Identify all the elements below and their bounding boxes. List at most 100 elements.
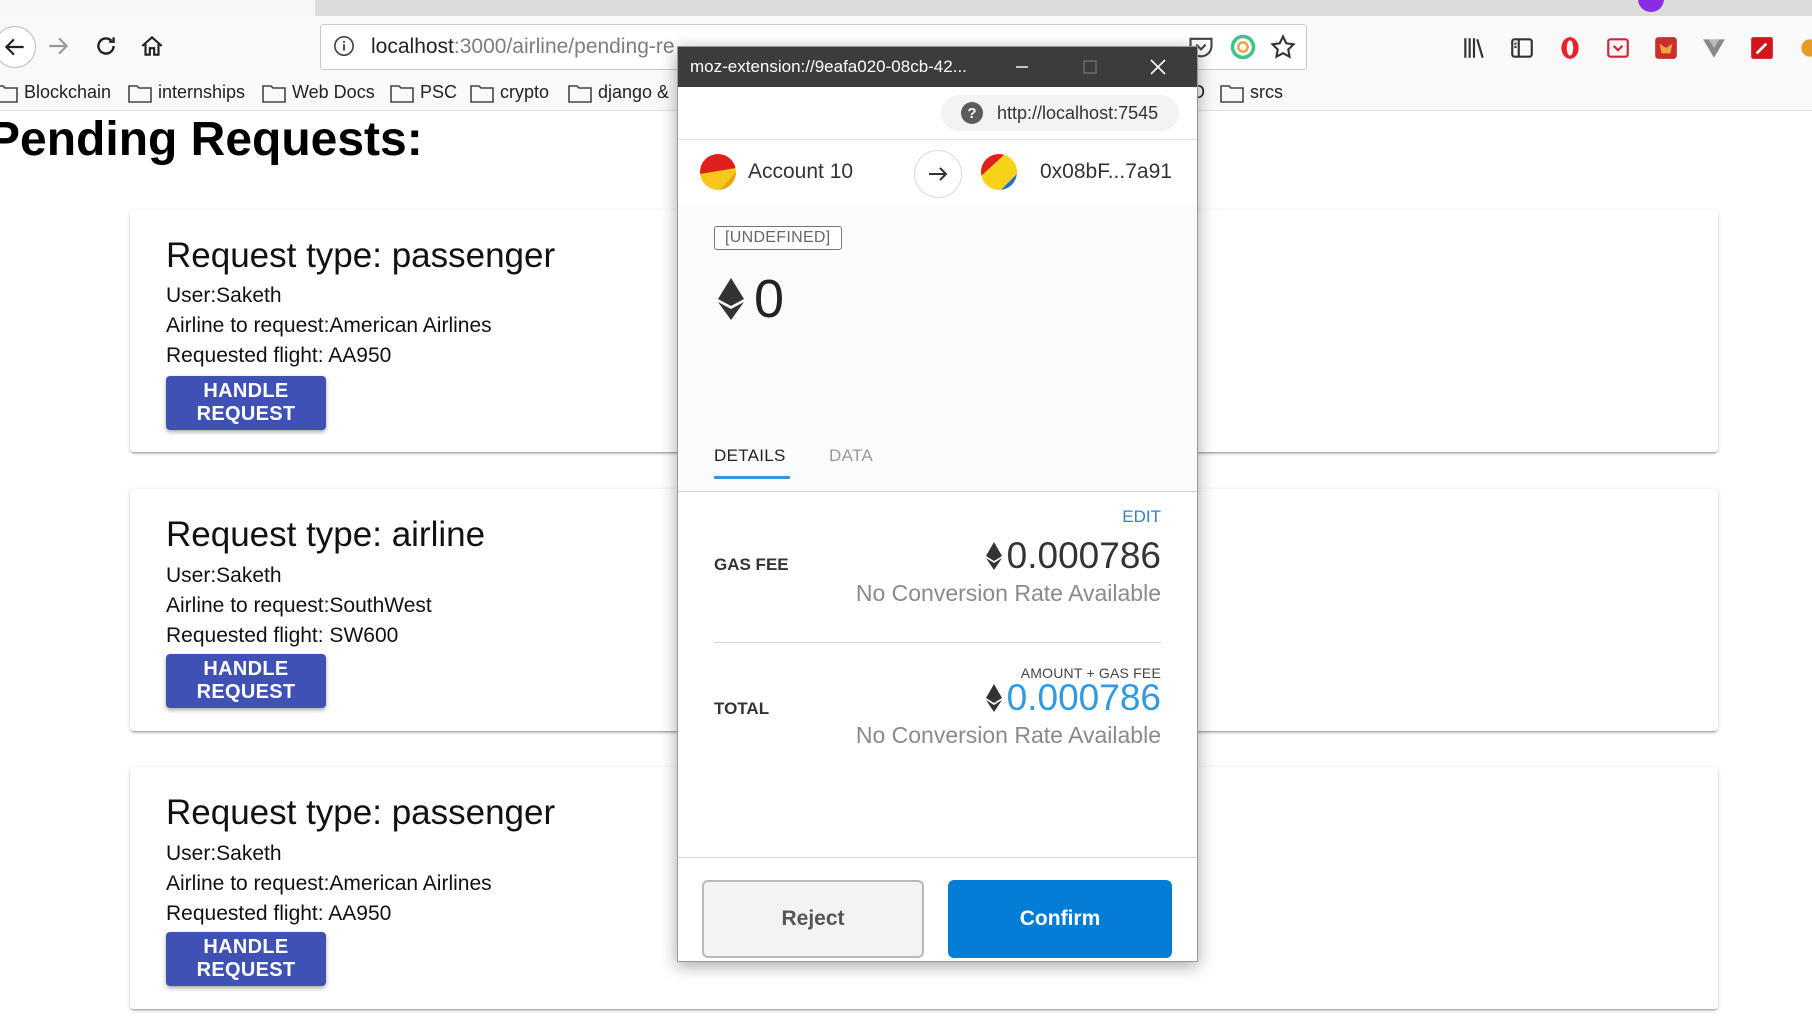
arrow-right-icon bbox=[929, 167, 948, 181]
tab-details[interactable]: DETAILS bbox=[714, 446, 790, 479]
gas-fee-conversion: No Conversion Rate Available bbox=[855, 580, 1161, 606]
request-flight: Requested flight: AA950 bbox=[166, 344, 392, 367]
popup-titlebar[interactable]: moz-extension://9eafa020-08cb-42... bbox=[678, 47, 1197, 87]
request-type: Request type: airline bbox=[166, 515, 486, 554]
forward-arrow-icon bbox=[49, 37, 69, 55]
recipient-identicon bbox=[981, 154, 1017, 190]
maximize-icon bbox=[1083, 60, 1097, 74]
bookmark-folder[interactable]: crypto bbox=[470, 82, 549, 103]
minimize-icon bbox=[1016, 66, 1028, 68]
gas-fee-value: 0.000786 bbox=[985, 535, 1161, 577]
tab-strip bbox=[0, 0, 1812, 17]
bookmark-folder[interactable]: PSC bbox=[390, 82, 457, 103]
origin-url: http://localhost:7545 bbox=[997, 102, 1159, 123]
close-icon bbox=[1150, 59, 1166, 75]
maximize-button[interactable] bbox=[1076, 53, 1104, 81]
request-flight: Requested flight: AA950 bbox=[166, 902, 392, 925]
home-button[interactable] bbox=[134, 28, 170, 64]
minimize-button[interactable] bbox=[1008, 53, 1036, 81]
bookmark-folder[interactable]: django & bbox=[568, 82, 669, 103]
extension-overflow-icon[interactable] bbox=[1796, 34, 1812, 62]
url-host: localhost bbox=[371, 35, 454, 58]
total-conversion: No Conversion Rate Available bbox=[855, 722, 1161, 748]
reload-icon bbox=[97, 37, 115, 55]
origin-row: ? http://localhost:7545 bbox=[678, 87, 1197, 137]
eth-icon bbox=[718, 278, 744, 320]
bookmark-star-icon[interactable] bbox=[1269, 33, 1297, 61]
total-label: TOTAL bbox=[714, 699, 770, 718]
folder-icon bbox=[470, 84, 494, 103]
handle-request-button[interactable]: HANDLE REQUEST bbox=[166, 932, 326, 986]
sender-recipient-row: Account 10 0x08bF...7a91 bbox=[678, 139, 1197, 205]
home-icon bbox=[141, 35, 163, 56]
popup-window-title: moz-extension://9eafa020-08cb-42... bbox=[690, 57, 967, 76]
divider bbox=[714, 642, 1161, 643]
bookmark-label: django & bbox=[598, 82, 670, 102]
request-user: User:Saketh bbox=[166, 284, 282, 307]
sender-identicon bbox=[700, 154, 736, 190]
request-airline: Airline to request:American Airlines bbox=[166, 872, 492, 895]
opera-extension-icon[interactable] bbox=[1556, 34, 1584, 62]
folder-icon bbox=[390, 84, 414, 103]
extension-ring-icon[interactable] bbox=[1229, 33, 1257, 61]
method-badge: [UNDEFINED] bbox=[714, 226, 842, 250]
popup-footer: Reject Confirm bbox=[678, 857, 1197, 961]
bookmark-label: Blockchain bbox=[24, 82, 112, 102]
bookmark-label: Web Docs bbox=[292, 82, 375, 102]
tab-data[interactable]: DATA bbox=[829, 446, 873, 466]
bookmark-folder[interactable]: Web Docs bbox=[262, 82, 375, 103]
metamask-fox-icon[interactable] bbox=[1652, 34, 1680, 62]
url-path: :3000/airline/pending-re bbox=[453, 35, 675, 58]
recipient-address: 0x08bF...7a91 bbox=[1040, 160, 1172, 183]
profile-avatar[interactable] bbox=[1638, 0, 1664, 12]
bookmark-label: crypto bbox=[500, 82, 550, 102]
eth-amount: 0 bbox=[718, 268, 784, 330]
active-tab[interactable] bbox=[0, 0, 315, 16]
folder-icon bbox=[128, 84, 152, 103]
amount-value: 0 bbox=[754, 269, 785, 329]
back-button[interactable] bbox=[0, 26, 36, 68]
detail-tabs: DETAILS DATA bbox=[678, 426, 1197, 490]
bookmark-label: internships bbox=[158, 82, 246, 102]
handle-request-button[interactable]: HANDLE REQUEST bbox=[166, 376, 326, 430]
transaction-summary: [UNDEFINED] 0 DETAILS DATA bbox=[678, 204, 1197, 492]
sidebar-icon[interactable] bbox=[1508, 34, 1536, 62]
total-amount: 0.000786 bbox=[1006, 677, 1161, 718]
close-button[interactable] bbox=[1144, 53, 1172, 81]
site-info-icon[interactable] bbox=[333, 35, 355, 57]
folder-icon bbox=[262, 84, 286, 103]
question-icon: ? bbox=[961, 102, 983, 124]
gas-fee-label: GAS FEE bbox=[714, 555, 789, 574]
eth-icon bbox=[985, 542, 1002, 570]
request-airline: Airline to request:SouthWest bbox=[166, 594, 432, 617]
edit-gas-link[interactable]: EDIT bbox=[1122, 507, 1161, 527]
vue-devtools-icon[interactable] bbox=[1700, 34, 1728, 62]
back-arrow-icon bbox=[4, 38, 24, 56]
request-airline: Airline to request:American Airlines bbox=[166, 314, 492, 337]
metamask-confirm-popup: moz-extension://9eafa020-08cb-42... ? ht… bbox=[677, 46, 1198, 962]
transfer-arrow bbox=[914, 150, 962, 198]
folder-icon bbox=[1220, 84, 1244, 103]
request-type: Request type: passenger bbox=[166, 236, 556, 275]
bookmark-folder[interactable]: internships bbox=[128, 82, 245, 103]
total-value: 0.000786 bbox=[985, 677, 1161, 719]
color-picker-icon[interactable] bbox=[1748, 34, 1776, 62]
eth-icon bbox=[985, 684, 1002, 712]
pocket-save-icon[interactable] bbox=[1604, 34, 1632, 62]
request-type: Request type: passenger bbox=[166, 793, 556, 832]
folder-icon bbox=[0, 84, 18, 103]
handle-request-button[interactable]: HANDLE REQUEST bbox=[166, 654, 326, 708]
request-flight: Requested flight: SW600 bbox=[166, 624, 399, 647]
bookmark-folder[interactable]: Blockchain bbox=[0, 82, 111, 103]
bookmark-label: srcs bbox=[1250, 82, 1283, 102]
bookmark-folder[interactable]: srcs bbox=[1220, 82, 1283, 103]
gas-fee-amount: 0.000786 bbox=[1006, 535, 1161, 576]
request-user: User:Saketh bbox=[166, 564, 282, 587]
library-icon[interactable] bbox=[1460, 34, 1488, 62]
confirm-button[interactable]: Confirm bbox=[948, 880, 1172, 958]
reject-button[interactable]: Reject bbox=[702, 880, 924, 958]
reload-button[interactable] bbox=[88, 28, 124, 64]
forward-button[interactable] bbox=[40, 28, 76, 64]
bookmark-label: PSC bbox=[420, 82, 458, 102]
transaction-details: EDIT GAS FEE 0.000786 No Conversion Rate… bbox=[678, 493, 1197, 903]
